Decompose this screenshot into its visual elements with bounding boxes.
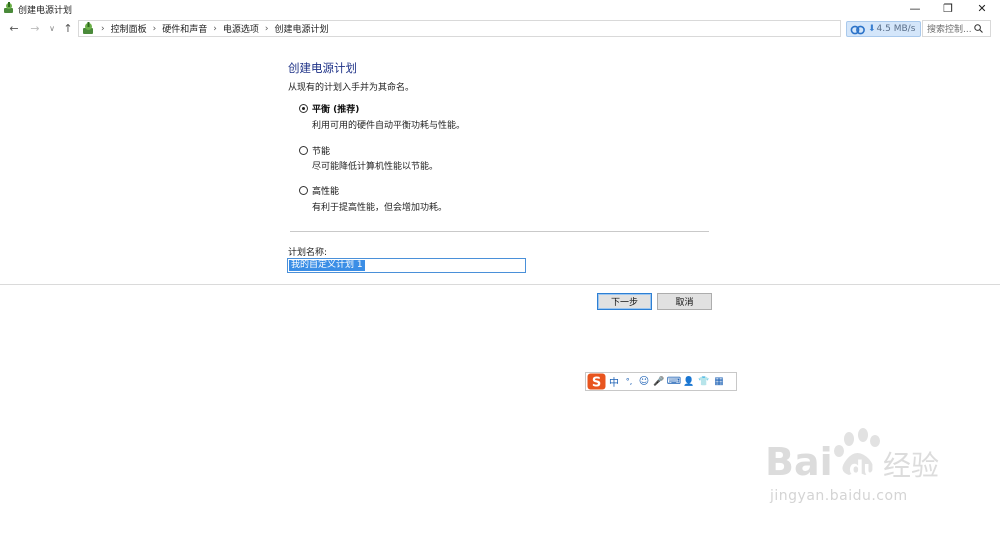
ime-emoji-icon[interactable]: ☺ [637,375,651,389]
ime-user-icon[interactable]: 👤 [682,375,696,389]
ime-punctuation[interactable]: °, [622,375,636,389]
control-panel-icon [83,22,93,34]
option-desc-high-performance: 有利于提高性能，但会增加功耗。 [312,203,448,213]
option-label-high-performance[interactable]: 高性能 [312,184,339,197]
section-divider [290,231,709,232]
forward-button[interactable]: → [28,21,42,35]
watermark-brand-a: Bai [765,440,833,484]
back-button[interactable]: ← [7,21,21,35]
plan-name-input[interactable]: 我的自定义计划 1 [287,258,526,273]
option-desc-power-saver: 尽可能降低计算机性能以节能。 [312,162,439,172]
page-subtitle: 从现有的计划入手并为其命名。 [288,83,415,93]
page-title: 创建电源计划 [288,61,357,75]
radio-selected-dot [302,107,305,110]
window-title: 创建电源计划 [18,6,73,16]
network-speed-widget[interactable]: ⬇ 4.5 MB/s [846,21,921,37]
option-desc-balanced: 利用可用的硬件自动平衡功耗与性能。 [312,121,466,131]
radio-balanced[interactable] [299,104,308,113]
plan-name-label: 计划名称: [288,248,328,258]
radio-power-saver[interactable] [299,146,308,155]
plan-name-value[interactable]: 我的自定义计划 1 [289,260,365,271]
watermark-brand-b: du [849,456,878,480]
cloud-icon [850,25,865,34]
recent-locations-button[interactable]: ∨ [45,21,59,35]
ime-chinese-mode[interactable]: 中 [607,375,621,389]
breadcrumb-separator[interactable]: › [213,24,217,34]
breadcrumb-create-plan[interactable]: 创建电源计划 [274,22,328,35]
breadcrumb-control-panel[interactable]: 控制面板 [111,22,147,35]
breadcrumb-hardware-sound[interactable]: 硬件和声音 [162,22,207,35]
breadcrumb-separator[interactable]: › [153,24,157,34]
sogou-logo-letter: S [592,376,601,391]
restore-button[interactable]: ❐ [932,0,964,17]
power-options-icon [4,2,13,13]
up-button[interactable]: ↑ [61,21,75,35]
ime-toolbox-icon[interactable]: ▦ [712,375,726,389]
footer-divider [0,284,1000,285]
sogou-logo-icon[interactable]: S [587,373,606,390]
watermark-url: jingyan.baidu.com [770,488,908,504]
search-box[interactable]: 搜索控制... [922,20,991,37]
search-icon[interactable] [973,24,983,33]
minimize-button[interactable]: — [899,0,931,17]
cancel-button[interactable]: 取消 [657,293,712,310]
title-bar [0,0,1000,18]
close-button[interactable]: ✕ [966,0,998,17]
breadcrumb-power-options[interactable]: 电源选项 [223,22,259,35]
search-placeholder[interactable]: 搜索控制... [927,22,972,35]
download-arrow-icon: ⬇ [868,24,876,34]
radio-high-performance[interactable] [299,186,308,195]
baidu-watermark-logo: Bai du 经验 [765,428,939,484]
next-button[interactable]: 下一步 [597,293,652,310]
address-bar[interactable]: › 控制面板 › 硬件和声音 › 电源选项 › 创建电源计划 [78,20,841,37]
option-label-power-saver[interactable]: 节能 [312,144,330,157]
watermark-brand-cn: 经验 [883,449,939,482]
ime-voice-icon[interactable]: 🎤 [652,375,666,389]
ime-keyboard-icon[interactable]: ⌨ [667,375,681,389]
breadcrumb-separator[interactable]: › [265,24,269,34]
breadcrumb-separator: › [101,23,105,34]
download-speed: 4.5 MB/s [876,24,916,34]
ime-toolbar[interactable]: S 中 °, ☺ 🎤 ⌨ 👤 👕 ▦ [585,372,737,391]
ime-skin-icon[interactable]: 👕 [697,375,711,389]
option-label-balanced[interactable]: 平衡 (推荐) [312,102,359,115]
